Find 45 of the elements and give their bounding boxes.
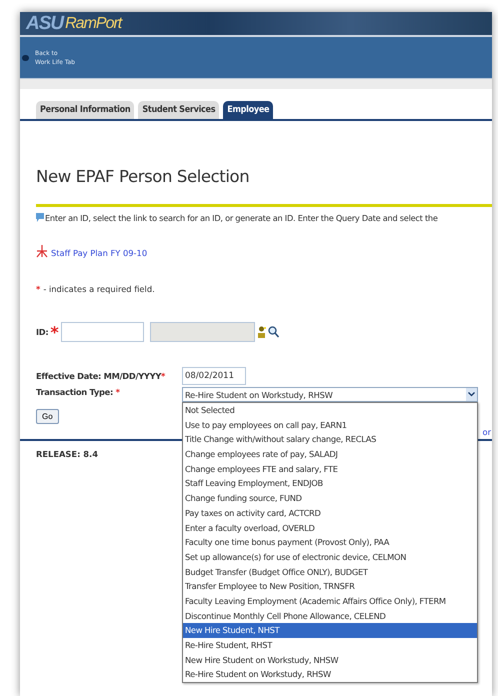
required-marker: * xyxy=(50,322,59,342)
dropdown-option[interactable]: Title Change with/without salary change, RECLAS xyxy=(183,432,477,448)
dropdown-option[interactable]: New Hire Student on Workstudy, NHSW xyxy=(183,652,477,668)
dropdown-option[interactable]: New Hire Student, NHST xyxy=(183,623,477,638)
required-marker: * xyxy=(36,284,40,294)
back-icon[interactable] xyxy=(22,54,29,60)
date-input-field[interactable]: 08/02/2011 xyxy=(182,367,246,385)
dropdown-option[interactable]: Re-Hire Student, RHST xyxy=(183,638,477,653)
dropdown-option[interactable]: Discontinue Monthly Cell Phone Allowance, CELEND xyxy=(183,608,477,624)
document-icon xyxy=(36,245,48,258)
dropdown-option[interactable]: Enter a faculty overload, OVERLD xyxy=(183,520,477,536)
document-link[interactable]: Staff Pay Plan FY 09-10 xyxy=(51,248,148,258)
caret-icon xyxy=(466,388,477,401)
dropdown-option[interactable]: Use to pay employees on call pay, EARN1 xyxy=(183,418,477,432)
tab[interactable]: Student Services xyxy=(138,101,220,119)
dropdown-option[interactable]: Pay taxes on activity card, ACTCRD xyxy=(183,506,477,520)
page-title: New EPAF Person Selection xyxy=(36,167,250,186)
logo-text: RamPort xyxy=(65,14,122,32)
logo-text: ASU xyxy=(26,12,64,34)
dropdown-option[interactable]: Re-Hire Student on Workstudy, RHSW xyxy=(183,667,477,682)
link[interactable]: or xyxy=(482,427,491,437)
release-text: RELEASE: 8.4 xyxy=(36,449,98,459)
instruction-text: Enter an ID, select the link to search for an ID, or generate an ID. Enter the Query Date and select the xyxy=(45,213,438,223)
dropdown-option[interactable]: Budget Transfer (Budget Office ONLY), BUDGET xyxy=(183,564,477,580)
dropdown-option[interactable]: Change funding source, FUND xyxy=(183,491,477,506)
required-note: - indicates a required field. xyxy=(43,284,155,294)
dropdown-option[interactable]: Set up allowance(s) for use of electronic device, CELMON xyxy=(183,550,477,565)
id-input-field[interactable] xyxy=(60,322,144,342)
field-label: Effective Date: MM/DD/YYYY* xyxy=(36,371,166,381)
dropdown-option[interactable]: Faculty Leaving Employment (Academic Affairs Office Only), FTERM xyxy=(183,594,477,609)
dropdown-option[interactable]: Transfer Employee to New Position, TRNSFR xyxy=(183,579,477,594)
dropdown-option[interactable]: Not Selected xyxy=(183,403,477,418)
tab[interactable]: Employee xyxy=(223,101,274,119)
info-icon xyxy=(36,213,44,222)
transaction-type-dropdown[interactable]: Re-Hire Student on Workstudy, RHSW xyxy=(182,387,478,402)
person-icon[interactable] xyxy=(256,326,266,338)
search-icon[interactable] xyxy=(268,326,279,338)
dropdown-option[interactable]: Change employees rate of pay, SALADJ xyxy=(183,447,477,462)
dropdown-option[interactable]: Staff Leaving Employment, ENDJOB xyxy=(183,476,477,492)
dropdown-option[interactable]: Change employees FTE and salary, FTE xyxy=(183,462,477,476)
field-label: ID: xyxy=(36,327,48,337)
dropdown-option[interactable]: Faculty one time bonus payment (Provost Only), PAA xyxy=(183,535,477,550)
field-label: Transaction Type: * xyxy=(36,387,121,397)
tab[interactable]: Personal Information xyxy=(36,101,134,119)
go-button[interactable]: Go xyxy=(36,409,59,424)
